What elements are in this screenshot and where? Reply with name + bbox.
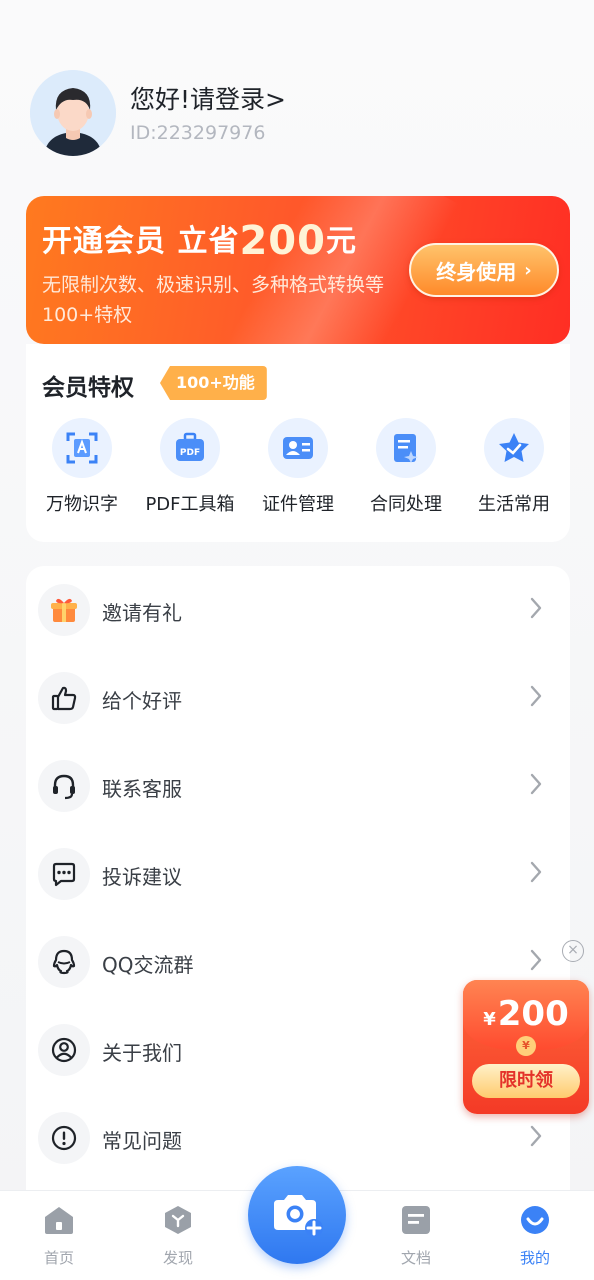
camera-scan-button[interactable] bbox=[248, 1166, 346, 1264]
vip-unit: 元 bbox=[325, 224, 357, 259]
text-scan-icon bbox=[52, 418, 112, 478]
menu-label: 关于我们 bbox=[102, 1041, 182, 1065]
star-icon bbox=[484, 418, 544, 478]
vip-title-prefix: 开通会员 立省 bbox=[42, 224, 240, 259]
document-icon bbox=[402, 1206, 430, 1234]
privilege-daily-use[interactable]: 生活常用 bbox=[460, 418, 568, 516]
chevron-right-icon bbox=[530, 773, 542, 795]
tab-label: 首页 bbox=[43, 1249, 74, 1267]
chevron-right-icon bbox=[530, 685, 542, 707]
privilege-pdf-toolbox[interactable]: PDF PDF工具箱 bbox=[136, 418, 244, 516]
red-packet-close-button[interactable]: × bbox=[562, 940, 584, 962]
tab-home[interactable]: 首页 bbox=[19, 1205, 99, 1268]
avatar[interactable] bbox=[30, 70, 116, 156]
menu-label: QQ交流群 bbox=[102, 953, 194, 977]
login-prompt[interactable]: 您好!请登录> bbox=[130, 80, 286, 116]
pdf-toolbox-icon: PDF bbox=[160, 418, 220, 478]
coin-icon: ¥ bbox=[516, 1036, 536, 1056]
privileges-title: 会员特权 bbox=[42, 375, 134, 401]
red-packet-amount: ¥200 bbox=[463, 994, 589, 1034]
lifetime-use-button[interactable]: 终身使用 › bbox=[409, 243, 559, 297]
tab-discover[interactable]: 发现 bbox=[138, 1205, 218, 1268]
menu-label: 给个好评 bbox=[102, 689, 182, 713]
chevron-right-icon bbox=[530, 949, 542, 971]
privilege-label: 万物识字 bbox=[46, 494, 118, 515]
tab-label: 文档 bbox=[400, 1249, 431, 1267]
gift-icon bbox=[38, 584, 90, 636]
discover-icon bbox=[165, 1206, 191, 1234]
menu-item-customer-service[interactable]: 联系客服 bbox=[26, 742, 570, 830]
about-icon bbox=[38, 1024, 90, 1076]
question-icon bbox=[38, 1112, 90, 1164]
qq-icon bbox=[38, 936, 90, 988]
lifetime-use-label: 终身使用 bbox=[436, 259, 517, 284]
privilege-label: PDF工具箱 bbox=[145, 494, 235, 515]
menu-item-invite[interactable]: 邀请有礼 bbox=[26, 566, 570, 654]
profile-icon bbox=[521, 1206, 549, 1234]
vip-amount: 200 bbox=[239, 218, 326, 264]
menu-item-feedback[interactable]: 投诉建议 bbox=[26, 830, 570, 918]
tab-mine[interactable]: 我的 bbox=[495, 1205, 575, 1268]
chevron-right-icon: › bbox=[524, 259, 532, 281]
menu-item-rate[interactable]: 给个好评 bbox=[26, 654, 570, 742]
user-id: ID:223297976 bbox=[130, 122, 266, 144]
privilege-label: 证件管理 bbox=[262, 494, 334, 515]
menu-label: 邀请有礼 bbox=[102, 601, 182, 625]
thumbs-up-icon bbox=[38, 672, 90, 724]
member-privileges: 会员特权 100+功能 万物识字 PDF PDF工具箱 证件管理 合同处理 生活… bbox=[26, 344, 570, 542]
home-icon bbox=[45, 1207, 73, 1234]
privilege-contract[interactable]: 合同处理 bbox=[352, 418, 460, 516]
red-packet-promo[interactable]: ¥200 ¥ 限时领 bbox=[463, 980, 589, 1114]
camera-add-icon bbox=[274, 1195, 323, 1237]
vip-title: 开通会员 立省200元 bbox=[42, 216, 357, 264]
tab-label: 发现 bbox=[162, 1249, 193, 1267]
settings-menu: 邀请有礼 给个好评 联系客服 投诉建议 QQ交流群 关于我们 常见问题 bbox=[26, 566, 570, 1226]
tab-documents[interactable]: 文档 bbox=[376, 1205, 456, 1268]
tab-label: 我的 bbox=[519, 1249, 550, 1267]
privilege-label: 生活常用 bbox=[478, 494, 550, 515]
chevron-right-icon bbox=[530, 1125, 542, 1147]
svg-text:PDF: PDF bbox=[180, 448, 200, 458]
claim-now-button[interactable]: 限时领 bbox=[472, 1064, 580, 1098]
privilege-label: 合同处理 bbox=[370, 494, 442, 515]
vip-description: 无限制次数、极速识别、多种格式转换等100+特权 bbox=[42, 274, 385, 326]
privileges-badge: 100+功能 bbox=[160, 366, 267, 400]
chevron-right-icon bbox=[530, 861, 542, 883]
chevron-right-icon bbox=[530, 597, 542, 619]
contract-icon bbox=[376, 418, 436, 478]
currency-symbol: ¥ bbox=[483, 1009, 496, 1030]
headset-icon bbox=[38, 760, 90, 812]
vip-banner[interactable]: 开通会员 立省200元 无限制次数、极速识别、多种格式转换等100+特权 终身使… bbox=[26, 196, 570, 344]
profile-header[interactable]: 您好!请登录> ID:223297976 bbox=[30, 70, 570, 160]
privilege-id-card[interactable]: 证件管理 bbox=[244, 418, 352, 516]
feedback-icon bbox=[38, 848, 90, 900]
menu-label: 联系客服 bbox=[102, 777, 182, 801]
amount-value: 200 bbox=[497, 994, 569, 1034]
privilege-text-scan[interactable]: 万物识字 bbox=[28, 418, 136, 516]
menu-label: 常见问题 bbox=[102, 1129, 182, 1153]
menu-label: 投诉建议 bbox=[102, 865, 182, 889]
id-card-icon bbox=[268, 418, 328, 478]
